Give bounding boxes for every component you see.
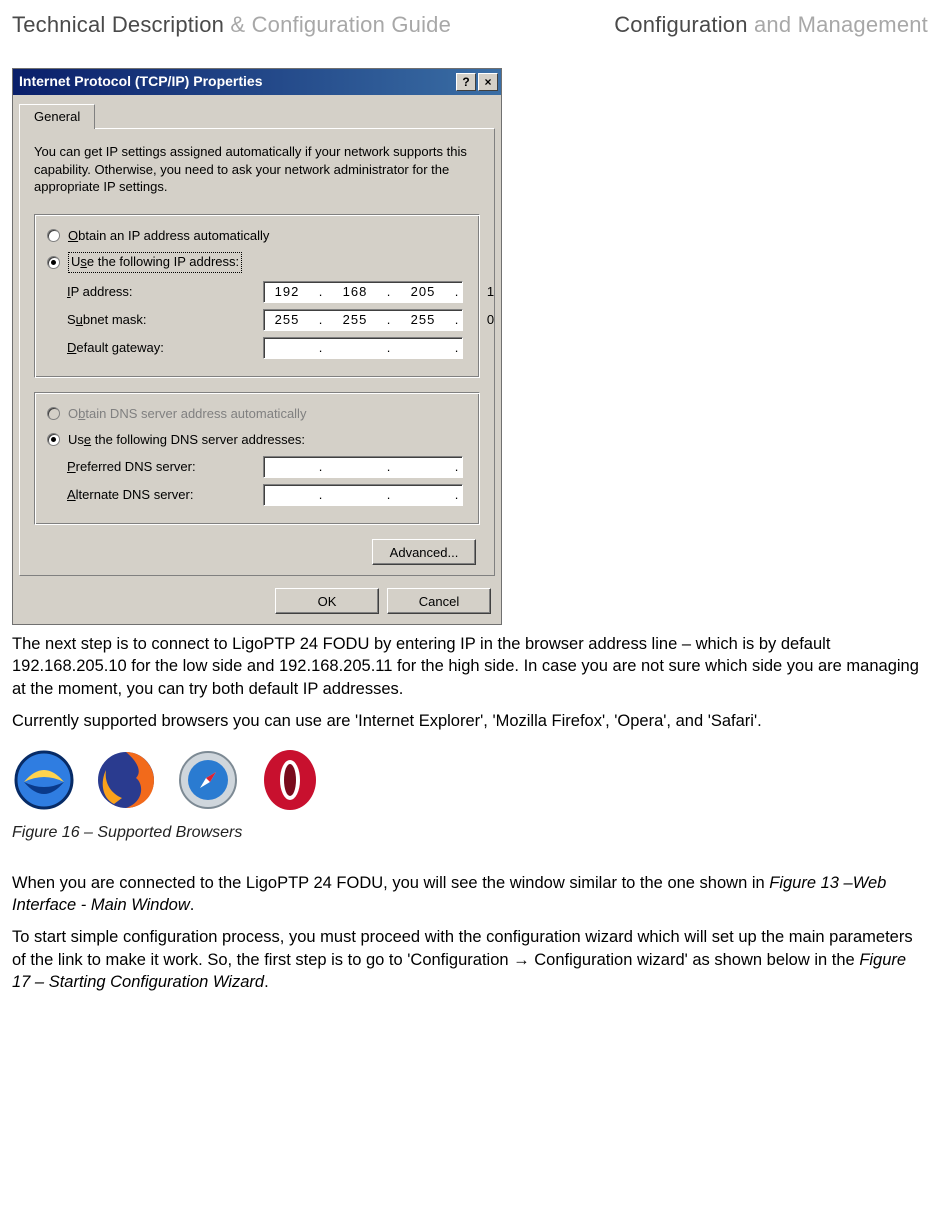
dialog-titlebar: Internet Protocol (TCP/IP) Properties ? … [13,69,501,95]
ip-address-label: IP address: [67,283,263,301]
radio-icon [47,407,60,420]
advanced-row: Advanced... [34,539,476,565]
browser-icons-row [12,742,928,818]
dialog-description: You can get IP settings assigned automat… [34,143,480,196]
cancel-button[interactable]: Cancel [387,588,491,614]
titlebar-buttons: ? × [456,73,498,91]
header-right: Configuration and Management [614,10,928,40]
subnet-mask-row: Subnet mask: 255. 255. 255. 0 [67,309,467,331]
radio-label: Obtain an IP address automatically [68,227,269,245]
default-gateway-row: Default gateway: . . . [67,337,467,359]
dialog-footer: OK Cancel [13,582,501,624]
alternate-dns-label: Alternate DNS server: [67,486,263,504]
radio-label: Use the following IP address: [68,252,242,273]
dialog-title: Internet Protocol (TCP/IP) Properties [19,72,262,91]
subnet-mask-label: Subnet mask: [67,311,263,329]
radio-use-following-dns[interactable]: Use the following DNS server addresses: [47,431,467,449]
paragraph-wizard: To start simple configuration process, y… [12,926,928,993]
radio-use-following-ip[interactable]: Use the following IP address: [47,252,467,273]
advanced-button[interactable]: Advanced... [372,539,476,565]
tab-general[interactable]: General [19,104,95,130]
radio-icon [47,433,60,446]
ip-address-input[interactable]: 192. 168. 205. 1 [263,281,463,303]
tab-strip: General [13,95,501,129]
default-gateway-label: Default gateway: [67,339,263,357]
close-button[interactable]: × [478,73,498,91]
ip-address-group: Obtain an IP address automatically Use t… [34,214,480,378]
ok-button[interactable]: OK [275,588,379,614]
preferred-dns-input[interactable]: . . . [263,456,463,478]
preferred-dns-label: Preferred DNS server: [67,458,263,476]
ip-address-row: IP address: 192. 168. 205. 1 [67,281,467,303]
subnet-mask-input[interactable]: 255. 255. 255. 0 [263,309,463,331]
firefox-icon [94,748,158,812]
opera-icon [258,748,322,812]
tab-body: You can get IP settings assigned automat… [19,128,495,576]
paragraph-browsers: Currently supported browsers you can use… [12,710,928,732]
radio-icon [47,229,60,242]
tcpip-properties-dialog: Internet Protocol (TCP/IP) Properties ? … [12,68,502,625]
radio-icon [47,256,60,269]
header-left-light: & Configuration Guide [224,12,451,37]
alternate-dns-row: Alternate DNS server: . . . [67,484,467,506]
help-button[interactable]: ? [456,73,476,91]
internet-explorer-icon [12,748,76,812]
page-header: Technical Description & Configuration Gu… [12,10,928,40]
radio-obtain-dns-auto: Obtain DNS server address automatically [47,405,467,423]
paragraph-connected: When you are connected to the LigoPTP 24… [12,872,928,917]
safari-icon [176,748,240,812]
figure-16-caption: Figure 16 – Supported Browsers [12,822,928,844]
radio-label: Use the following DNS server addresses: [68,431,305,449]
radio-label: Obtain DNS server address automatically [68,405,306,423]
header-right-light: and Management [748,12,928,37]
dns-group: Obtain DNS server address automatically … [34,392,480,525]
radio-obtain-ip-auto[interactable]: Obtain an IP address automatically [47,227,467,245]
default-gateway-input[interactable]: . . . [263,337,463,359]
header-left: Technical Description & Configuration Gu… [12,10,451,40]
header-right-dark: Configuration [614,12,747,37]
alternate-dns-input[interactable]: . . . [263,484,463,506]
header-left-dark: Technical Description [12,12,224,37]
preferred-dns-row: Preferred DNS server: . . . [67,456,467,478]
paragraph-next-step: The next step is to connect to LigoPTP 2… [12,633,928,700]
